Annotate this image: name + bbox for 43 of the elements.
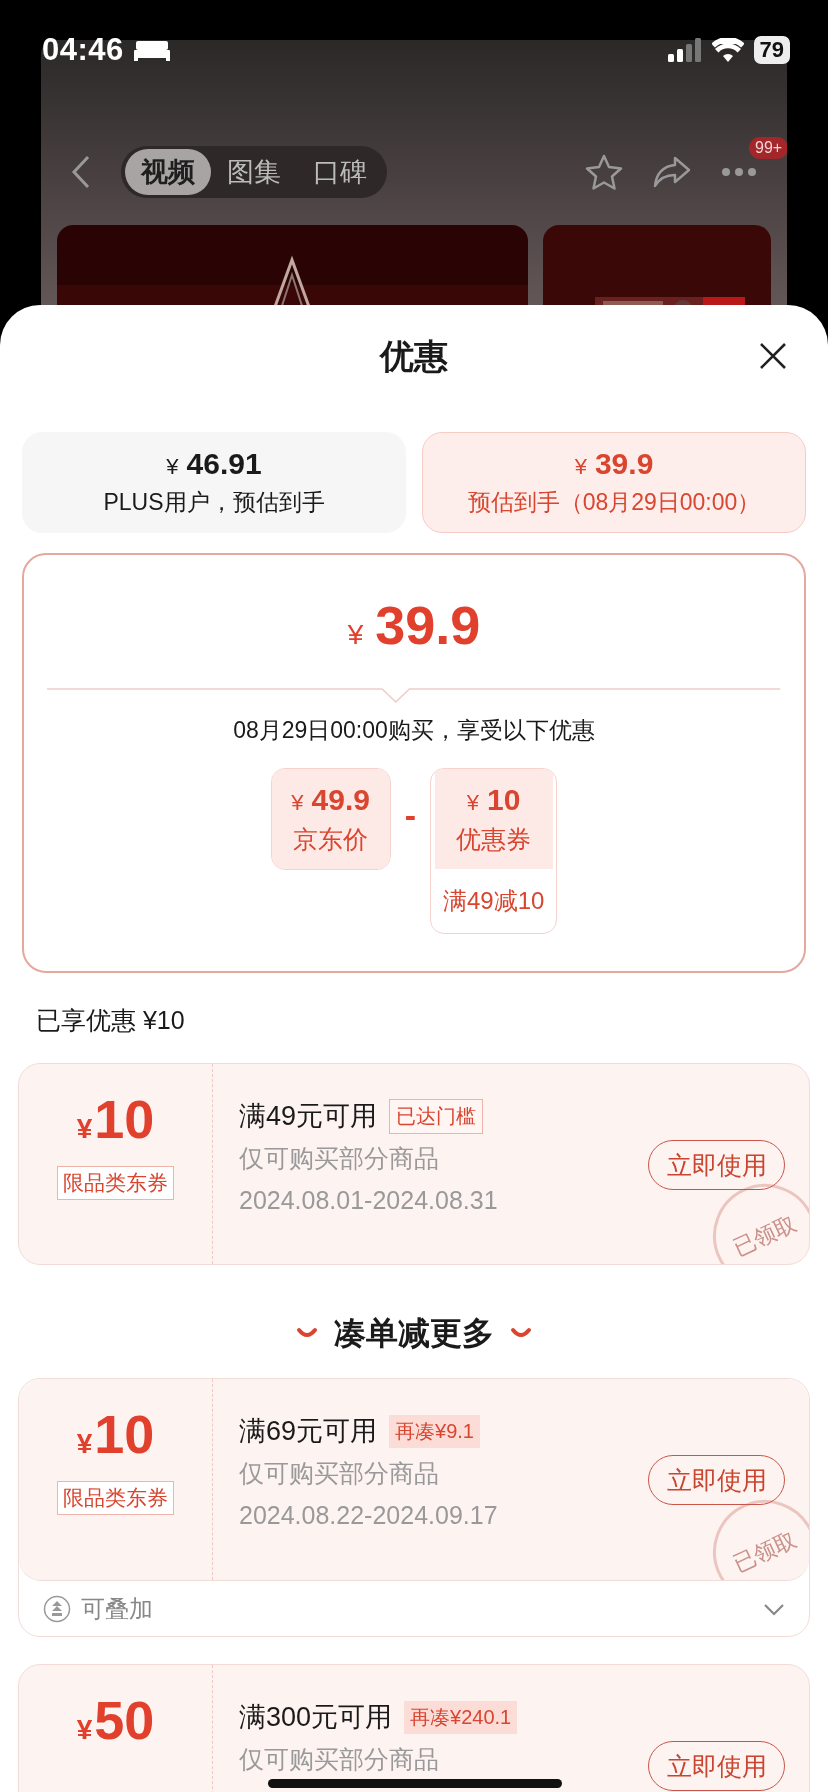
use-now-button[interactable]: 立即使用 <box>648 1455 785 1505</box>
price-label: PLUS用户，预估到手 <box>103 488 325 517</box>
use-now-button[interactable]: 立即使用 <box>648 1140 785 1190</box>
validity-period: 2024.08.01-2024.08.31 <box>239 1185 498 1216</box>
price: ¥ 46.91 <box>166 447 262 481</box>
notification-badge: 99+ <box>749 137 787 159</box>
price-option[interactable]: ¥ 46.91 PLUS用户，预估到手 <box>22 432 406 533</box>
coupon-amount: ¥10 <box>76 1403 155 1466</box>
savings-summary: 已享优惠 ¥10 <box>36 1005 186 1036</box>
tab[interactable]: 口碑 <box>297 149 383 195</box>
use-now-button[interactable]: 立即使用 <box>648 1741 785 1791</box>
coupon-threshold: 满49元可用 <box>239 1100 378 1133</box>
minus-sign: - <box>404 796 416 835</box>
purchase-note: 08月29日00:00购买，享受以下优惠 <box>233 716 595 745</box>
coupon-threshold: 满300元可用 <box>239 1701 393 1734</box>
component-label: 京东价 <box>293 823 369 855</box>
amount: ¥ 49.9 <box>291 782 370 817</box>
validity-period: 2024.08.22-2024.09.17 <box>239 1500 498 1531</box>
coupon-amount: ¥50 <box>76 1689 155 1752</box>
coupon-scope: 仅可购买部分商品 <box>239 1458 439 1489</box>
clock-time: 04:46 <box>42 32 124 68</box>
price: ¥ 39.9 <box>574 447 654 481</box>
remaining-amount-tag: 再凑¥9.1 <box>389 1414 480 1448</box>
threshold-tag: 已达门槛 <box>389 1098 484 1134</box>
coupon-condition: 满49减10 <box>441 886 546 916</box>
price-label: 预估到手（08月29日00:00） <box>467 488 761 517</box>
tab[interactable]: 图集 <box>211 149 297 195</box>
tab[interactable]: 视频 <box>125 149 211 195</box>
coupon-category: 限品类东券 <box>57 1166 174 1200</box>
section-heading: 凑单减更多 <box>334 1314 494 1353</box>
coupon-amount: ¥10 <box>76 1088 155 1151</box>
amount: ¥ 10 <box>466 782 521 817</box>
component-label: 优惠券 <box>456 823 532 855</box>
coupon-scope: 仅可购买部分商品 <box>239 1744 439 1775</box>
remaining-amount-tag: 再凑¥240.1 <box>404 1700 518 1734</box>
battery-level: 79 <box>753 36 790 64</box>
coupon-threshold: 满69元可用 <box>239 1415 378 1448</box>
sheet-title: 优惠 <box>380 336 448 377</box>
price-option[interactable]: ¥ 39.9 预估到手（08月29日00:00） <box>422 432 806 533</box>
coupon-category: 限品类东券 <box>57 1481 174 1515</box>
stackable-label: 可叠加 <box>81 1593 153 1624</box>
final-price: ¥ 39.9 <box>347 594 481 657</box>
coupon-scope: 仅可购买部分商品 <box>239 1143 439 1174</box>
